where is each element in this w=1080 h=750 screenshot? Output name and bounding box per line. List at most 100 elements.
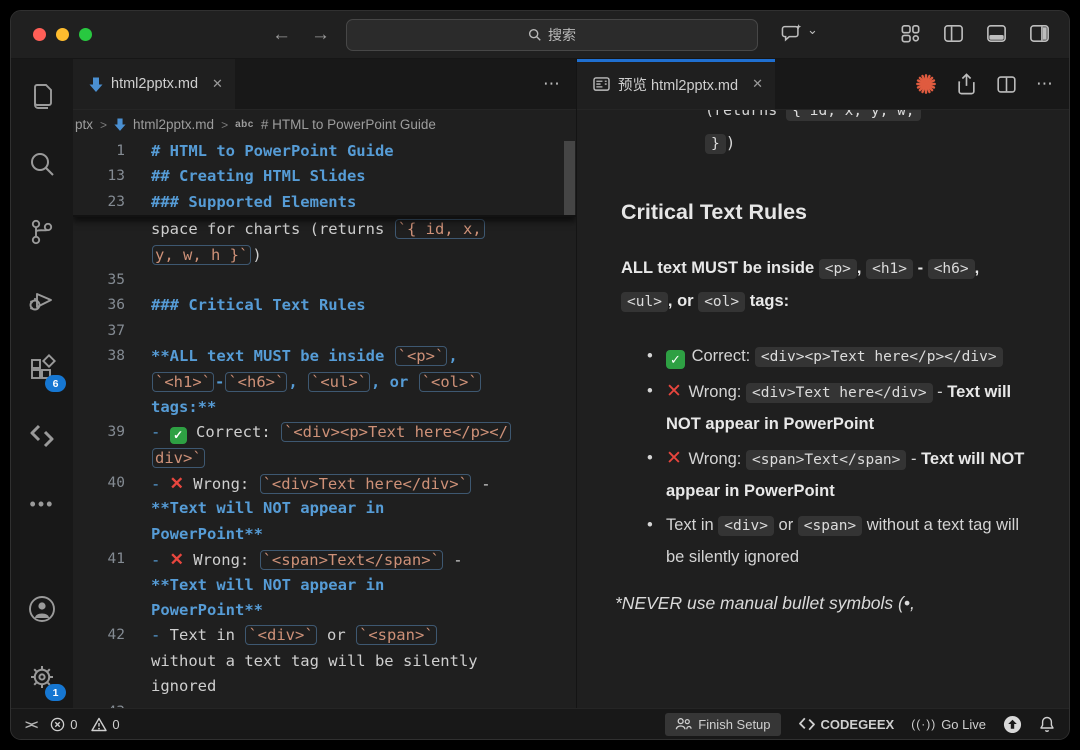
- sidebar-item-codegeex[interactable]: [19, 413, 65, 459]
- text-run: ALL text MUST be inside: [621, 259, 819, 277]
- sidebar-item-explorer[interactable]: [19, 73, 65, 119]
- inline-code: `<span>Text</span>`: [260, 550, 443, 570]
- warning-count: 0: [112, 717, 119, 732]
- minimize-window-button[interactable]: [56, 28, 69, 41]
- tab-preview-html2pptx-md[interactable]: 预览 html2pptx.md ✕: [577, 59, 775, 109]
- line-text: `<h1>`-`<h6>`, `<ul>`, or `<ol>`: [151, 370, 576, 395]
- inline-code: <p>: [819, 259, 857, 279]
- editor-line[interactable]: 38**ALL text MUST be inside `<p>`,: [73, 344, 576, 369]
- editor-line[interactable]: div>`: [73, 446, 576, 471]
- error-count: 0: [70, 717, 77, 732]
- editor-line[interactable]: 37: [73, 319, 576, 344]
- editor-more-actions-icon[interactable]: ⋯: [543, 74, 560, 94]
- codegeex-icon: [27, 423, 57, 449]
- inline-code: `<div>Text here</div>`: [260, 474, 471, 494]
- text-run: , or: [668, 292, 698, 310]
- chat-button[interactable]: ⌄: [781, 23, 818, 43]
- editor-line[interactable]: **Text will NOT appear in: [73, 496, 576, 521]
- zoom-window-button[interactable]: [79, 28, 92, 41]
- error-icon: [50, 717, 65, 732]
- line-text: **ALL text MUST be inside `<p>`,: [151, 344, 576, 369]
- line-text: # HTML to PowerPoint Guide: [151, 139, 576, 164]
- sidebar-item-source-control[interactable]: [19, 209, 65, 255]
- editor-line[interactable]: 13## Creating HTML Slides: [73, 164, 576, 189]
- text-run: -: [215, 373, 224, 391]
- forward-button[interactable]: →: [311, 24, 330, 46]
- preview-pane: 预览 html2pptx.md ✕ ⋯ (returns { id, x, y,…: [577, 59, 1069, 708]
- settings-button[interactable]: 1: [19, 654, 65, 700]
- editor-line[interactable]: PowerPoint**: [73, 598, 576, 623]
- line-text: **Text will NOT appear in: [151, 496, 576, 521]
- editor-line[interactable]: ignored: [73, 674, 576, 699]
- preview-more-actions-icon[interactable]: ⋯: [1036, 74, 1053, 94]
- accounts-button[interactable]: [19, 586, 65, 632]
- line-number: [73, 649, 151, 674]
- search-icon: [528, 28, 542, 42]
- vscode-window: ← → 搜索 ⌄: [10, 10, 1070, 740]
- line-number: 35: [73, 268, 151, 293]
- breadcrumb-root[interactable]: ptx: [75, 117, 93, 132]
- remote-indicator[interactable]: ><: [25, 717, 36, 732]
- toggle-panel-icon[interactable]: [985, 22, 1008, 45]
- editor-line[interactable]: 41- ✕ Wrong: `<span>Text</span>` -: [73, 547, 576, 572]
- text-run: Correct:: [187, 423, 280, 441]
- notifications-bell-button[interactable]: [1039, 716, 1055, 733]
- editor-line[interactable]: `<h1>`-`<h6>`, `<ul>`, or `<ol>`: [73, 370, 576, 395]
- editor-line[interactable]: 43: [73, 700, 576, 708]
- problems-warnings[interactable]: 0: [91, 717, 119, 732]
- editor-line[interactable]: 36### Critical Text Rules: [73, 293, 576, 318]
- close-tab-icon[interactable]: ✕: [212, 76, 223, 92]
- toggle-primary-sidebar-icon[interactable]: [942, 22, 965, 45]
- editor-line[interactable]: 42- Text in `<div>` or `<span>`: [73, 623, 576, 648]
- sidebar-item-search[interactable]: [19, 141, 65, 187]
- editor-scrollbar-thumb[interactable]: [564, 141, 575, 215]
- cross-icon: ✕: [666, 381, 682, 402]
- toggle-secondary-sidebar-icon[interactable]: [1028, 22, 1051, 45]
- breadcrumb-file[interactable]: html2pptx.md: [133, 117, 214, 132]
- editor-line[interactable]: 40- ✕ Wrong: `<div>Text here</div>` -: [73, 471, 576, 496]
- inline-code: <div>Text here</div>: [746, 383, 933, 403]
- line-text: space for charts (returns `{ id, x,: [151, 217, 576, 242]
- editor-line[interactable]: y, w, h }`): [73, 243, 576, 268]
- editor-line[interactable]: PowerPoint**: [73, 522, 576, 547]
- close-window-button[interactable]: [33, 28, 46, 41]
- command-center-search[interactable]: 搜索: [346, 19, 758, 51]
- broadcast-icon: ((·)): [911, 717, 936, 731]
- split-editor-icon[interactable]: [996, 74, 1017, 95]
- people-icon: [675, 717, 692, 731]
- breadcrumb-symbol[interactable]: # HTML to PowerPoint Guide: [261, 117, 436, 132]
- finish-setup-button[interactable]: Finish Setup: [665, 713, 780, 736]
- editor-line[interactable]: **Text will NOT appear in: [73, 573, 576, 598]
- tab-html2pptx-md[interactable]: html2pptx.md ✕: [73, 59, 235, 109]
- text-run: PowerPoint**: [151, 525, 263, 543]
- publish-status-icon[interactable]: [1003, 715, 1022, 734]
- sidebar-item-run-debug[interactable]: [19, 277, 65, 323]
- text-run: -: [933, 383, 948, 401]
- text-run: Wrong:: [684, 450, 746, 468]
- editor-line[interactable]: without a text tag will be silently: [73, 649, 576, 674]
- text-run: Wrong:: [184, 475, 259, 493]
- back-button[interactable]: ←: [272, 24, 291, 46]
- share-export-icon[interactable]: [956, 73, 977, 95]
- editor-line[interactable]: 35: [73, 268, 576, 293]
- sidebar-item-more[interactable]: •••: [19, 481, 65, 527]
- editor-content[interactable]: 1# HTML to PowerPoint Guide13## Creating…: [73, 139, 576, 708]
- editor-line[interactable]: 39- ✓ Correct: `<div><p>Text here</p></: [73, 420, 576, 445]
- text-run: ,: [975, 259, 980, 277]
- editor-line[interactable]: 1# HTML to PowerPoint Guide: [73, 139, 576, 164]
- bullet-marker: •: [647, 510, 653, 541]
- problems-errors[interactable]: 0: [50, 717, 77, 732]
- inline-code: <div>: [718, 516, 774, 536]
- editor-line[interactable]: 23### Supported Elements: [73, 190, 576, 215]
- go-live-button[interactable]: ((·)) Go Live: [911, 717, 986, 732]
- editor-line[interactable]: space for charts (returns `{ id, x,: [73, 217, 576, 242]
- starburst-extension-icon[interactable]: [915, 73, 937, 95]
- codegeex-status-button[interactable]: CODEGEEX: [798, 717, 895, 732]
- editor-line[interactable]: tags:**: [73, 395, 576, 420]
- customize-layout-icon[interactable]: [899, 22, 922, 45]
- line-number: [73, 395, 151, 420]
- close-tab-icon[interactable]: ✕: [752, 76, 763, 92]
- sidebar-item-extensions[interactable]: 6: [19, 345, 65, 391]
- preview-tabbar: 预览 html2pptx.md ✕ ⋯: [577, 59, 1069, 110]
- line-number: 23: [73, 190, 151, 215]
